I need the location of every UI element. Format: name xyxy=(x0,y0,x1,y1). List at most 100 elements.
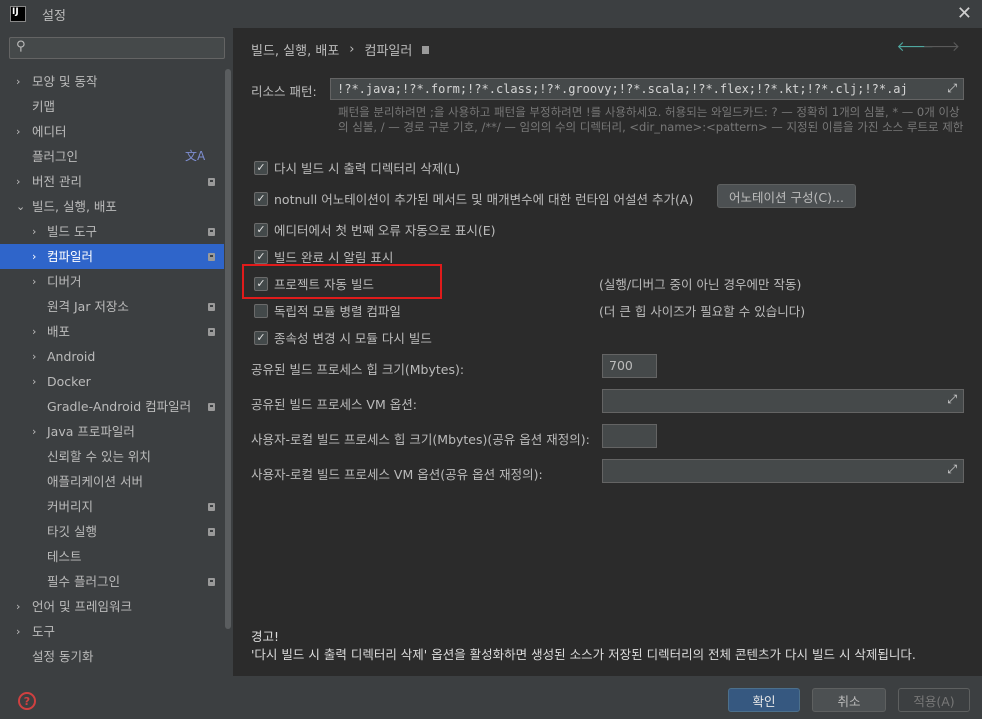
user-heap-label: 사용자-로컬 빌드 프로세스 힙 크기(Mbytes)(공유 옵션 재정의): xyxy=(251,432,590,447)
sidebar-item[interactable]: 설정 동기화 xyxy=(0,644,224,669)
breadcrumb: 빌드, 실행, 배포 › 컴파일러 xyxy=(251,40,430,59)
user-vm-input[interactable]: ⤢ xyxy=(602,459,964,483)
sidebar-item-label: 버전 관리 xyxy=(32,174,82,189)
ok-button[interactable]: 확인 xyxy=(728,688,800,712)
project-level-icon xyxy=(208,578,215,586)
chevron-right-icon[interactable]: › xyxy=(16,594,20,619)
project-level-icon xyxy=(208,328,215,336)
sidebar-item[interactable]: › 빌드 도구 xyxy=(0,219,224,244)
sidebar-item[interactable]: › 디버거 xyxy=(0,269,224,294)
sidebar-item-label: 키맵 xyxy=(32,99,56,114)
sidebar-item[interactable]: 타깃 실행 xyxy=(0,519,224,544)
sidebar-item[interactable]: 플러그인 文A xyxy=(0,144,224,169)
sidebar-item[interactable]: › 배포 xyxy=(0,319,224,344)
rebuild-deps-checkbox[interactable]: ✓ xyxy=(254,330,268,345)
sidebar-item-label: 신뢰할 수 있는 위치 xyxy=(47,449,151,464)
chevron-right-icon[interactable]: › xyxy=(16,169,20,194)
expand-icon[interactable]: ⤢ xyxy=(947,462,957,477)
notnull-option[interactable]: ✓ notnull 어노테이션이 추가된 메서드 및 매개변수에 대한 런타임 … xyxy=(254,189,693,208)
sidebar-item-label: 에디터 xyxy=(32,124,67,139)
sidebar-item-label: 모양 및 동작 xyxy=(32,74,98,89)
sidebar-item-label: 타깃 실행 xyxy=(47,524,97,539)
sidebar-item[interactable]: › Docker xyxy=(0,369,224,394)
cancel-button[interactable]: 취소 xyxy=(812,688,886,712)
sidebar-item[interactable]: 원격 Jar 저장소 xyxy=(0,294,224,319)
sidebar-item-label: 빌드 도구 xyxy=(47,224,97,239)
sidebar-item-label: 디버거 xyxy=(47,274,82,289)
search-input[interactable]: ⚲ xyxy=(9,37,225,59)
resource-patterns-label: 리소스 패턴: xyxy=(251,84,317,99)
chevron-right-icon[interactable]: › xyxy=(32,269,36,294)
chevron-right-icon[interactable]: › xyxy=(32,219,36,244)
auto-show-error-checkbox[interactable]: ✓ xyxy=(254,222,268,237)
expand-icon[interactable]: ⤢ xyxy=(947,392,957,407)
configure-annotations-button[interactable]: 어노테이션 구성(C)... xyxy=(717,184,856,208)
sidebar-item[interactable]: 신뢰할 수 있는 위치 xyxy=(0,444,224,469)
rebuild-deps-option[interactable]: ✓ 종속성 변경 시 모듈 다시 빌드 xyxy=(254,328,432,347)
sidebar-item[interactable]: › 도구 xyxy=(0,619,224,644)
notnull-checkbox[interactable]: ✓ xyxy=(254,191,268,206)
shared-vm-input[interactable]: ⤢ xyxy=(602,389,964,413)
sidebar-item-label: 테스트 xyxy=(47,549,82,564)
sidebar-item[interactable]: › 언어 및 프레임워크 xyxy=(0,594,224,619)
sidebar-scrollbar[interactable] xyxy=(224,69,232,674)
sidebar-item-label: 필수 플러그인 xyxy=(47,574,120,589)
shared-heap-input[interactable]: 700 xyxy=(602,354,657,378)
sidebar-item-label: 플러그인 xyxy=(32,149,79,164)
translate-icon: 文A xyxy=(185,149,206,163)
sidebar-item[interactable]: › Android xyxy=(0,344,224,369)
sidebar-item[interactable]: › 에디터 xyxy=(0,119,224,144)
clear-output-checkbox[interactable]: ✓ xyxy=(254,160,268,175)
sidebar-item[interactable]: › 모양 및 동작 xyxy=(0,69,224,94)
breadcrumb-separator-icon: › xyxy=(349,42,355,57)
chevron-right-icon[interactable]: › xyxy=(32,244,36,269)
chevron-right-icon[interactable]: › xyxy=(16,69,20,94)
breadcrumb-parent[interactable]: 빌드, 실행, 배포 xyxy=(251,40,339,59)
resource-patterns-input[interactable]: !?*.java;!?*.form;!?*.class;!?*.groovy;!… xyxy=(330,78,964,100)
window-title: 설정 xyxy=(42,8,66,24)
chevron-down-icon[interactable]: ⌄ xyxy=(16,194,25,219)
sidebar-item[interactable]: 필수 플러그인 xyxy=(0,569,224,594)
clear-output-option[interactable]: ✓ 다시 빌드 시 출력 디렉터리 삭제(L) xyxy=(254,158,460,177)
sidebar-item-label: 원격 Jar 저장소 xyxy=(47,299,129,314)
build-notify-checkbox[interactable]: ✓ xyxy=(254,249,268,264)
close-icon[interactable]: ✕ xyxy=(957,3,972,24)
sidebar-item[interactable]: ⌄ 빌드, 실행, 배포 xyxy=(0,194,224,219)
breadcrumb-current: 컴파일러 xyxy=(364,44,413,59)
sidebar-item[interactable]: › 컴파일러 xyxy=(0,244,224,269)
chevron-right-icon[interactable]: › xyxy=(32,319,36,344)
parallel-checkbox[interactable] xyxy=(254,303,268,318)
sidebar-item[interactable]: 테스트 xyxy=(0,544,224,569)
user-heap-input[interactable] xyxy=(602,424,657,448)
project-level-icon xyxy=(208,403,215,411)
project-level-icon xyxy=(208,228,215,236)
chevron-right-icon[interactable]: › xyxy=(16,619,20,644)
search-icon: ⚲ xyxy=(16,39,26,54)
apply-button[interactable]: 적용(A) xyxy=(898,688,970,712)
expand-icon[interactable]: ⤢ xyxy=(947,81,957,96)
chevron-right-icon[interactable]: › xyxy=(32,344,36,369)
sidebar-item[interactable]: Gradle-Android 컴파일러 xyxy=(0,394,224,419)
sidebar-scrollbar-thumb[interactable] xyxy=(225,69,231,629)
title-bar: IJ 설정 ✕ xyxy=(0,0,982,28)
intellij-icon: IJ xyxy=(10,6,26,22)
chevron-right-icon[interactable]: › xyxy=(32,419,36,444)
highlight-box xyxy=(242,264,442,299)
sidebar-item[interactable]: 애플리케이션 서버 xyxy=(0,469,224,494)
notnull-label: notnull 어노테이션이 추가된 메서드 및 매개변수에 대한 런타임 어설… xyxy=(274,192,694,207)
sidebar-item[interactable]: › Java 프로파일러 xyxy=(0,419,224,444)
sidebar-item[interactable]: 커버리지 xyxy=(0,494,224,519)
auto-show-error-option[interactable]: ✓ 에디터에서 첫 번째 오류 자동으로 표시(E) xyxy=(254,220,496,239)
sidebar-item-label: 커버리지 xyxy=(47,499,94,514)
sidebar-item[interactable]: 키맵 xyxy=(0,94,224,119)
chevron-right-icon[interactable]: › xyxy=(16,119,20,144)
parallel-option[interactable]: 독립적 모듈 병렬 컴파일 xyxy=(254,301,401,320)
sidebar-item[interactable]: › 버전 관리 xyxy=(0,169,224,194)
help-icon[interactable]: ? xyxy=(18,692,36,710)
resource-patterns-value: !?*.java;!?*.form;!?*.class;!?*.groovy;!… xyxy=(337,82,908,96)
chevron-right-icon[interactable]: › xyxy=(32,369,36,394)
parallel-note: (더 큰 힙 사이즈가 필요할 수 있습니다) xyxy=(599,304,806,319)
forward-arrow-icon[interactable]: 🡒 xyxy=(922,38,960,55)
parallel-label: 독립적 모듈 병렬 컴파일 xyxy=(274,304,401,319)
warning-title: 경고! xyxy=(251,629,280,644)
